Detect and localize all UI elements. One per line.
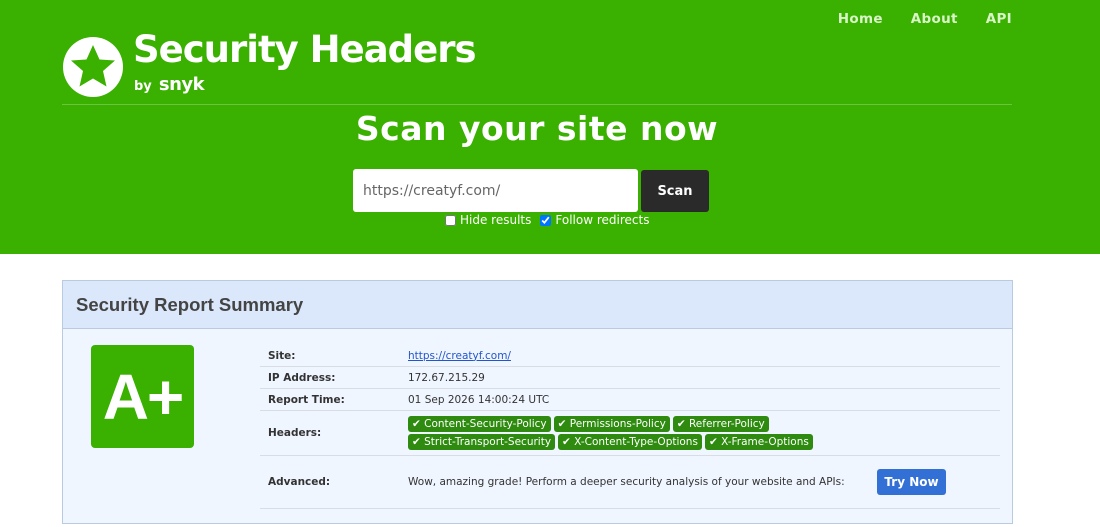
header-badge: ✔ Referrer-Policy: [672, 416, 769, 432]
report-time-label: Report Time:: [268, 393, 345, 406]
follow-redirects-label: Follow redirects: [555, 213, 650, 227]
site-row: Site: https://creatyf.com/: [260, 345, 1000, 367]
ip-row: IP Address: 172.67.215.29: [260, 367, 1000, 389]
top-nav: Home About API: [838, 11, 1012, 27]
url-input[interactable]: [353, 169, 638, 212]
advanced-text: Wow, amazing grade! Perform a deeper sec…: [408, 476, 845, 488]
site-label: Site:: [268, 349, 296, 362]
scan-options: Hide results Follow redirects: [445, 213, 658, 227]
header-badge: ✔ X-Content-Type-Options: [558, 434, 702, 450]
header-badge: ✔ Permissions-Policy: [553, 416, 670, 432]
advanced-label: Advanced:: [268, 476, 331, 488]
report-title: Security Report Summary: [76, 293, 304, 315]
ip-label: IP Address:: [268, 371, 336, 384]
snyk-logo: snyk: [158, 74, 205, 95]
follow-redirects-checkbox[interactable]: [540, 214, 552, 226]
site-link[interactable]: https://creatyf.com/: [408, 350, 511, 362]
site-value-cell: https://creatyf.com/: [408, 350, 1000, 362]
header-badge: ✔ Content-Security-Policy: [408, 416, 551, 432]
header-badge: ✔ X-Frame-Options: [704, 434, 813, 450]
scan-button[interactable]: Scan: [641, 170, 709, 212]
header-badge-list: ✔ Content-Security-Policy ✔ Permissions-…: [408, 416, 908, 450]
hide-results-checkbox[interactable]: [445, 214, 456, 226]
hide-results-label: Hide results: [460, 213, 532, 227]
follow-redirects-option[interactable]: Follow redirects: [540, 213, 649, 227]
star-logo-icon[interactable]: [62, 36, 124, 98]
report-table: Site: https://creatyf.com/ IP Address: 1…: [260, 345, 1000, 509]
headers-row: Headers: ✔ Content-Security-Policy ✔ Per…: [260, 411, 1000, 456]
nav-about-link[interactable]: About: [911, 11, 958, 27]
report-header: Security Report Summary: [63, 281, 1012, 329]
nav-home-link[interactable]: Home: [838, 11, 883, 27]
report-time-row: Report Time: 01 Sep 2026 14:00:24 UTC: [260, 389, 1000, 411]
header-badge: ✔ Strict-Transport-Security: [408, 434, 556, 450]
headers-label: Headers:: [268, 427, 322, 439]
try-now-button[interactable]: Try Now: [877, 469, 946, 495]
hide-results-option[interactable]: Hide results: [445, 213, 531, 227]
headers-value-cell: ✔ Content-Security-Policy ✔ Permissions-…: [408, 416, 1000, 450]
report-time-value: 01 Sep 2026 14:00:24 UTC: [408, 393, 550, 406]
brand-byline: by snyk: [134, 74, 205, 95]
brand-title[interactable]: Security Headers: [133, 28, 477, 71]
nav-api-link[interactable]: API: [986, 11, 1012, 27]
advanced-row: Advanced: Wow, amazing grade! Perform a …: [260, 456, 1000, 509]
page-headline: Scan your site now: [355, 109, 719, 148]
ip-value: 172.67.215.29: [408, 371, 485, 384]
security-report-panel: Security Report Summary A+ Site: https:/…: [62, 280, 1013, 524]
brand-by: by: [134, 79, 152, 94]
grade-badge: A+: [91, 345, 194, 448]
hero-banner: Home About API Security Headers by snyk …: [0, 0, 1100, 254]
header-divider: [62, 104, 1012, 105]
